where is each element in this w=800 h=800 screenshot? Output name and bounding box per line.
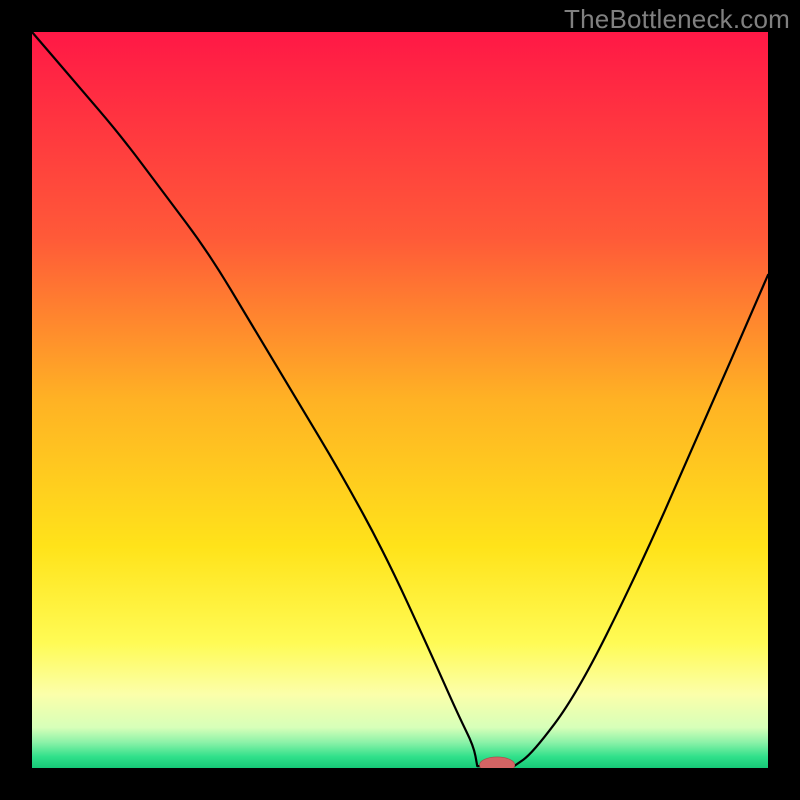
- plot-svg: [32, 32, 768, 768]
- watermark-text: TheBottleneck.com: [564, 4, 790, 35]
- gradient-background: [32, 32, 768, 768]
- chart-frame: TheBottleneck.com: [0, 0, 800, 800]
- plot-area: [32, 32, 768, 768]
